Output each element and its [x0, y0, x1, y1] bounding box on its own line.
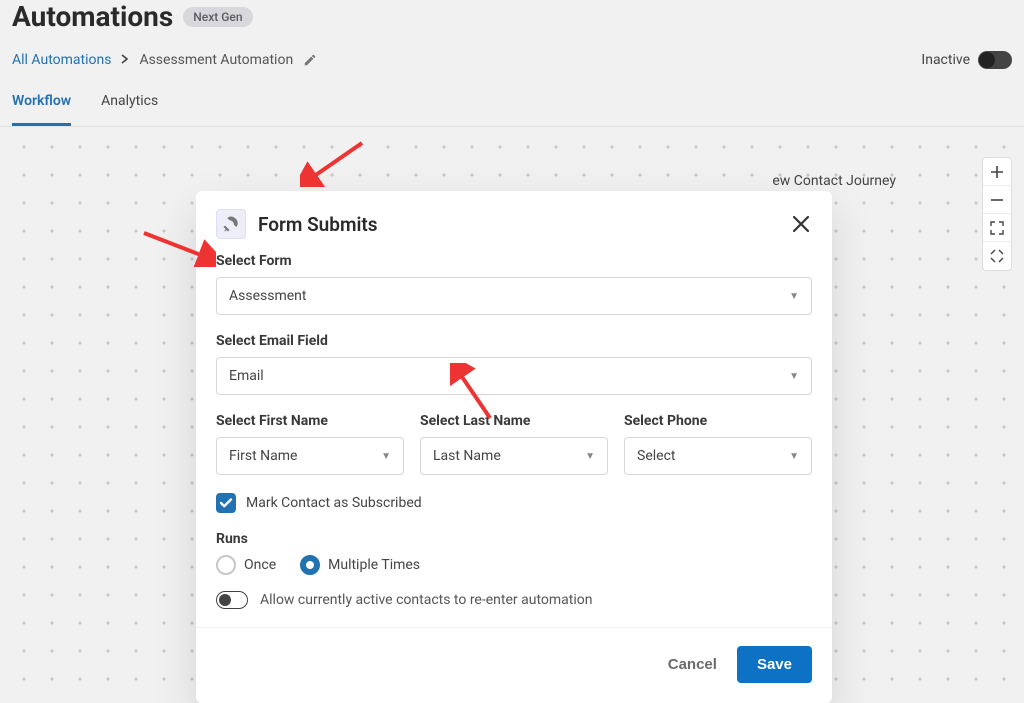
fit-icon[interactable]	[983, 242, 1011, 270]
select-first-name-dropdown[interactable]: First Name ▼	[216, 437, 404, 475]
allow-reenter-toggle[interactable]	[216, 591, 248, 609]
rocket-icon	[216, 209, 246, 239]
runs-multiple-label: Multiple Times	[328, 557, 420, 573]
select-first-name-label: Select First Name	[216, 413, 404, 429]
select-last-name-dropdown[interactable]: Last Name ▼	[420, 437, 608, 475]
breadcrumb: All Automations Assessment Automation	[12, 52, 317, 68]
cancel-button[interactable]: Cancel	[668, 656, 717, 673]
select-email-value: Email	[229, 368, 264, 384]
select-form-dropdown[interactable]: Assessment ▼	[216, 277, 812, 315]
breadcrumb-current: Assessment Automation	[139, 52, 293, 68]
select-phone-value: Select	[637, 448, 675, 464]
chevron-right-icon	[121, 52, 129, 68]
next-gen-badge: Next Gen	[183, 7, 252, 27]
page-title: Automations	[12, 0, 173, 33]
close-icon[interactable]	[790, 213, 812, 235]
canvas-controls	[982, 157, 1012, 271]
workflow-canvas[interactable]: ew Contact Journey Form Submits	[0, 127, 1024, 687]
zoom-out-button[interactable]	[983, 186, 1011, 214]
pencil-icon[interactable]	[303, 53, 317, 67]
select-form-value: Assessment	[229, 288, 306, 304]
select-phone-dropdown[interactable]: Select ▼	[624, 437, 812, 475]
annotation-arrow-icon	[300, 137, 370, 187]
fullscreen-icon[interactable]	[983, 214, 1011, 242]
save-button[interactable]: Save	[737, 646, 812, 683]
select-email-label: Select Email Field	[216, 333, 812, 349]
mark-subscribed-label: Mark Contact as Subscribed	[246, 495, 422, 511]
tab-workflow[interactable]: Workflow	[12, 81, 71, 126]
contact-journey-button[interactable]: ew Contact Journey	[772, 173, 896, 189]
select-last-name-value: Last Name	[433, 448, 501, 464]
allow-reenter-label: Allow currently active contacts to re-en…	[260, 592, 592, 608]
tab-analytics[interactable]: Analytics	[101, 81, 158, 126]
select-form-label: Select Form	[216, 253, 812, 269]
caret-down-icon: ▼	[585, 451, 595, 462]
status-label: Inactive	[921, 52, 970, 68]
runs-label: Runs	[216, 531, 812, 547]
select-phone-label: Select Phone	[624, 413, 812, 429]
runs-once-label: Once	[244, 557, 276, 573]
zoom-in-button[interactable]	[983, 158, 1011, 186]
mark-subscribed-checkbox[interactable]	[216, 493, 236, 513]
modal-title: Form Submits	[258, 213, 378, 236]
form-submits-modal: Form Submits Select Form Assessment ▼ Se…	[196, 191, 832, 703]
select-email-dropdown[interactable]: Email ▼	[216, 357, 812, 395]
select-first-name-value: First Name	[229, 448, 297, 464]
caret-down-icon: ▼	[381, 451, 391, 462]
caret-down-icon: ▼	[789, 371, 799, 382]
caret-down-icon: ▼	[789, 451, 799, 462]
select-last-name-label: Select Last Name	[420, 413, 608, 429]
breadcrumb-root-link[interactable]: All Automations	[12, 52, 111, 68]
active-toggle[interactable]	[978, 51, 1012, 69]
caret-down-icon: ▼	[789, 291, 799, 302]
runs-multiple-radio[interactable]: Multiple Times	[300, 555, 420, 575]
runs-once-radio[interactable]: Once	[216, 555, 276, 575]
